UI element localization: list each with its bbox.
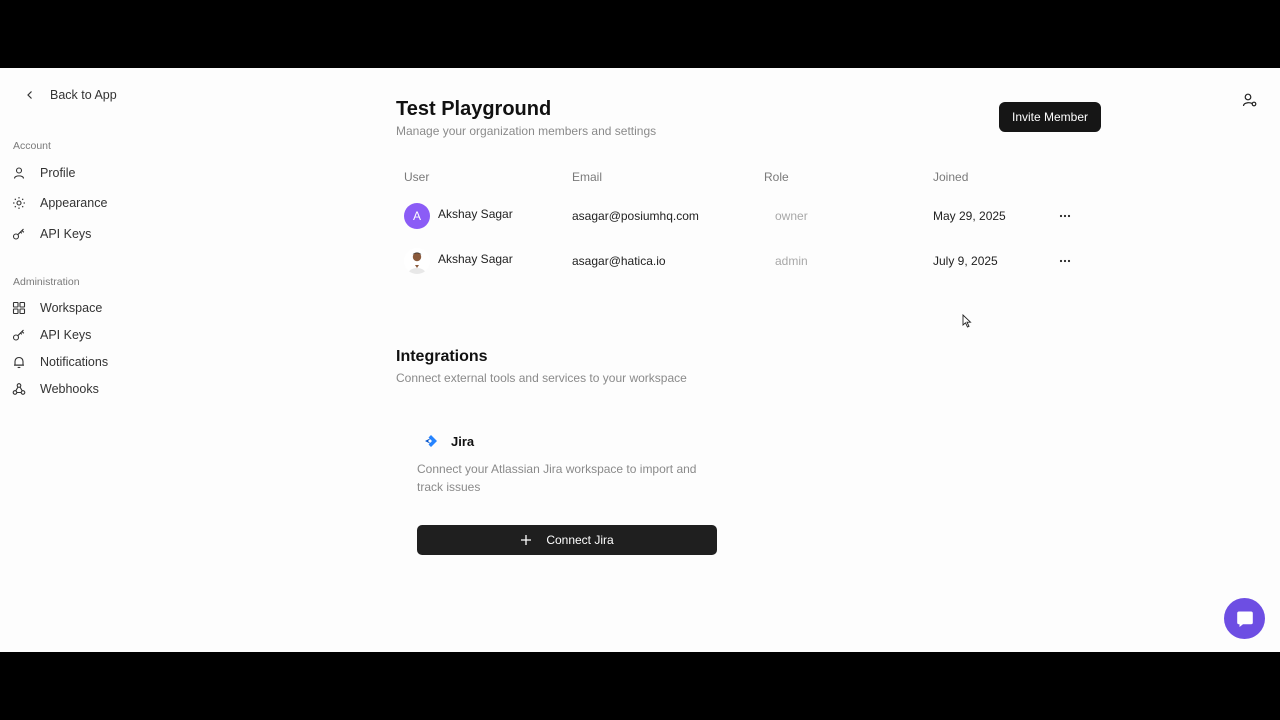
column-header-user: User — [404, 170, 430, 184]
page-title: Test Playground — [396, 98, 552, 120]
jira-logo-icon — [425, 435, 437, 447]
user-icon — [13, 167, 25, 179]
sidebar-item-label: Appearance — [40, 196, 108, 210]
sidebar-item-api-keys-account[interactable]: API Keys — [12, 224, 91, 244]
mouse-cursor-icon — [962, 314, 972, 328]
jira-title: Jira — [451, 434, 475, 449]
member-role: admin — [775, 254, 808, 268]
back-to-app-link[interactable]: Back to App — [24, 88, 117, 102]
member-email: asagar@posiumhq.com — [572, 209, 699, 223]
settings-page: Back to App Account Profile Appearance A… — [0, 68, 1280, 652]
more-options-icon[interactable] — [1058, 209, 1072, 223]
integrations-title: Integrations — [396, 348, 488, 365]
member-joined: May 29, 2025 — [933, 209, 1006, 223]
user-settings-icon[interactable] — [1242, 92, 1258, 108]
sidebar-item-label: Notifications — [40, 355, 109, 369]
table-row: A Akshay Sagar asagar@posiumhq.com owner… — [396, 196, 1086, 236]
column-header-joined: Joined — [933, 170, 969, 184]
sidebar-item-label: Profile — [40, 166, 76, 180]
member-name: Akshay Sagar — [438, 252, 513, 266]
sidebar-item-label: Workspace — [40, 301, 103, 315]
plus-icon — [521, 535, 532, 545]
section-label-administration: Administration — [13, 276, 80, 288]
connect-jira-label: Connect Jira — [546, 533, 614, 547]
back-label: Back to App — [50, 88, 117, 102]
connect-jira-button[interactable]: Connect Jira — [417, 525, 717, 555]
member-joined: July 9, 2025 — [933, 254, 998, 268]
member-name: Akshay Sagar — [438, 207, 513, 221]
sun-icon — [13, 197, 25, 209]
member-role: owner — [775, 209, 808, 223]
key-icon — [12, 329, 25, 341]
member-email: asagar@hatica.io — [572, 254, 666, 268]
jira-description: Connect your Atlassian Jira workspace to… — [417, 462, 697, 494]
webhook-icon — [12, 383, 26, 395]
sidebar-item-webhooks[interactable]: Webhooks — [12, 379, 99, 399]
sidebar-item-api-keys-admin[interactable]: API Keys — [12, 325, 91, 345]
section-label-account: Account — [13, 140, 51, 152]
key-icon — [12, 228, 25, 240]
chat-bubble-icon — [1236, 611, 1253, 627]
sidebar-item-label: API Keys — [40, 328, 92, 342]
integrations-subtitle: Connect external tools and services to y… — [396, 371, 687, 385]
chevron-left-icon — [27, 91, 32, 99]
invite-member-button[interactable]: Invite Member — [999, 102, 1101, 132]
chat-support-button[interactable] — [1224, 598, 1265, 639]
table-row: Akshay Sagar asagar@hatica.io admin July… — [396, 241, 1086, 281]
letterbox-bottom — [0, 652, 1280, 720]
letterbox-top — [0, 0, 1280, 68]
column-header-email: Email — [572, 170, 603, 184]
more-options-icon[interactable] — [1058, 254, 1072, 268]
profile-photo-icon — [404, 248, 430, 274]
bell-icon — [14, 356, 24, 369]
avatar: A — [404, 203, 430, 229]
sidebar-item-profile[interactable]: Profile — [12, 163, 75, 183]
sidebar-item-label: Webhooks — [40, 382, 99, 396]
sidebar-item-label: API Keys — [40, 227, 92, 241]
column-header-role: Role — [764, 170, 789, 184]
sidebar-item-notifications[interactable]: Notifications — [12, 352, 108, 372]
avatar — [404, 248, 430, 274]
sidebar-item-workspace[interactable]: Workspace — [12, 298, 102, 318]
sidebar-item-appearance[interactable]: Appearance — [12, 193, 107, 213]
page-subtitle: Manage your organization members and set… — [396, 124, 657, 138]
grid-icon — [12, 301, 26, 315]
